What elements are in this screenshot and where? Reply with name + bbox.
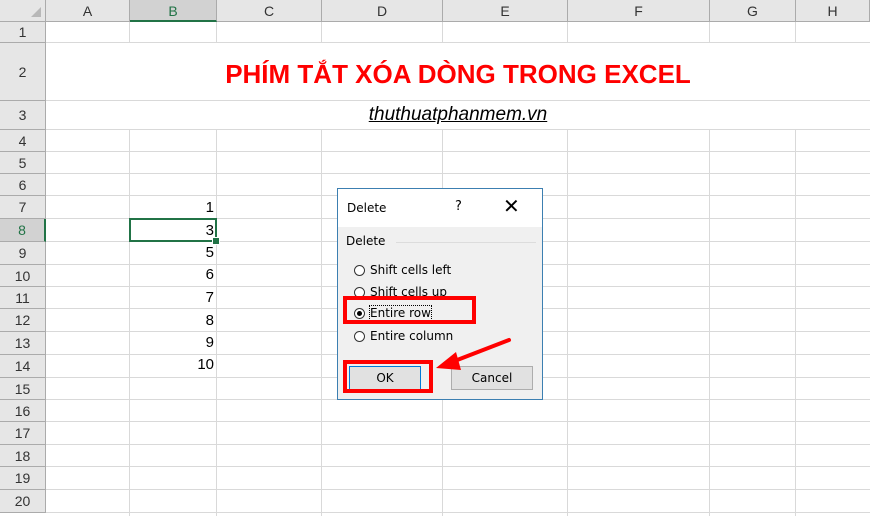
red-arrow-annotation xyxy=(436,338,511,370)
